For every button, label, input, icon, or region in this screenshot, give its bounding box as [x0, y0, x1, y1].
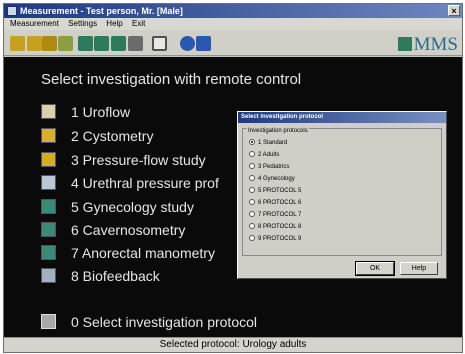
protocol-radio-9[interactable]: 9 PROTOCOL 9 [249, 235, 301, 244]
protocol-radio-5[interactable]: 5 PROTOCOL 5 [249, 187, 301, 196]
cavernosometry-tool-icon[interactable] [94, 36, 109, 51]
panel-heading: Select investigation with remote control [41, 71, 302, 88]
protocol-radio-1[interactable]: 1 Standard [249, 139, 287, 148]
protocol-radio-4[interactable]: 4 Gynecology [249, 175, 295, 184]
menu-exit[interactable]: Exit [132, 19, 145, 28]
radio-button[interactable] [249, 139, 255, 145]
uroflow-icon [41, 104, 56, 119]
protocol-radio-7[interactable]: 7 PROTOCOL 7 [249, 211, 301, 220]
select-protocol-dialog: Select investigation protocol Investigat… [237, 111, 447, 279]
cavernosometry-icon [41, 222, 56, 237]
radio-button[interactable] [249, 151, 255, 157]
item-label: 0 Select investigation protocol [71, 314, 257, 330]
status-text: Selected protocol: Urology adults [159, 339, 307, 350]
menu-bar: Measurement Settings Help Exit [4, 18, 462, 30]
dialog-title: Select investigation protocol [238, 112, 446, 123]
radio-label: 8 PROTOCOL 8 [258, 224, 302, 230]
radio-button[interactable] [249, 175, 255, 181]
uroflow-tool-icon[interactable] [10, 36, 25, 51]
radio-button[interactable] [249, 211, 255, 217]
ok-button[interactable]: OK [355, 261, 395, 276]
protocol-radio-3[interactable]: 3 Pediatrics [249, 163, 289, 172]
pressure-flow-tool-icon[interactable] [42, 36, 57, 51]
anorectal-icon [41, 245, 56, 260]
cursor-tool-icon[interactable] [196, 36, 211, 51]
item-label: 1 Uroflow [71, 104, 131, 120]
radio-button[interactable] [249, 163, 255, 169]
radio-label: 9 PROTOCOL 9 [258, 236, 302, 242]
toolbar: MMS [4, 30, 462, 56]
protocol-icon [41, 314, 56, 329]
radio-button[interactable] [249, 187, 255, 193]
radio-label: 2 Adults [258, 152, 280, 158]
radio-label: 4 Gynecology [258, 176, 295, 182]
menu-settings[interactable]: Settings [68, 19, 97, 28]
mms-logo-text: MMS [413, 34, 458, 55]
close-button[interactable]: × [448, 5, 460, 16]
help-button[interactable]: Help [400, 262, 438, 275]
item-label: 2 Cystometry [71, 128, 154, 144]
circle-tool-icon[interactable] [180, 36, 195, 51]
item-label: 7 Anorectal manometry [71, 245, 215, 261]
item-label: 8 Biofeedback [71, 268, 160, 284]
title-bar: Measurement - Test person, Mr. [Male] × [4, 4, 462, 18]
pressure-flow-icon [41, 152, 56, 167]
protocols-group: Investigation protocols 1 Standard 2 Adu… [242, 128, 442, 256]
window-title: Measurement - Test person, Mr. [Male] [20, 6, 183, 16]
radio-label: 7 PROTOCOL 7 [258, 212, 302, 218]
group-label: Investigation protocols [247, 128, 309, 134]
item-label: 3 Pressure-flow study [71, 152, 206, 168]
cystometry-icon [41, 128, 56, 143]
mms-logo: MMS [397, 34, 458, 56]
gynecology-icon [41, 199, 56, 214]
gynecology-tool-icon[interactable] [78, 36, 93, 51]
biofeedback-icon [41, 268, 56, 283]
radio-label: 6 PROTOCOL 6 [258, 200, 302, 206]
radio-label: 3 Pediatrics [258, 164, 290, 170]
protocol-radio-2[interactable]: 2 Adults [249, 151, 279, 160]
protocol-radio-8[interactable]: 8 PROTOCOL 8 [249, 223, 301, 232]
mms-logo-mark-icon [397, 37, 412, 51]
item-label: 4 Urethral pressure prof [71, 175, 219, 191]
radio-label: 1 Standard [258, 140, 288, 146]
menu-help[interactable]: Help [106, 19, 122, 28]
menu-measurement[interactable]: Measurement [10, 19, 59, 28]
item-label: 6 Cavernosometry [71, 222, 186, 238]
radio-button[interactable] [249, 235, 255, 241]
urethral-pressure-icon [41, 175, 56, 190]
biofeedback-tool-icon[interactable] [128, 36, 143, 51]
cystometry-tool-icon[interactable] [27, 36, 42, 51]
radio-button[interactable] [249, 223, 255, 229]
radio-button[interactable] [249, 199, 255, 205]
urethral-tool-icon[interactable] [58, 36, 73, 51]
status-bar: Selected protocol: Urology adults [4, 337, 462, 352]
protocol-radio-6[interactable]: 6 PROTOCOL 6 [249, 199, 301, 208]
radio-label: 5 PROTOCOL 5 [258, 188, 302, 194]
app-icon [7, 6, 17, 16]
item-label: 5 Gynecology study [71, 199, 194, 215]
monitor-tool-icon[interactable] [152, 36, 167, 51]
anorectal-tool-icon[interactable] [111, 36, 126, 51]
